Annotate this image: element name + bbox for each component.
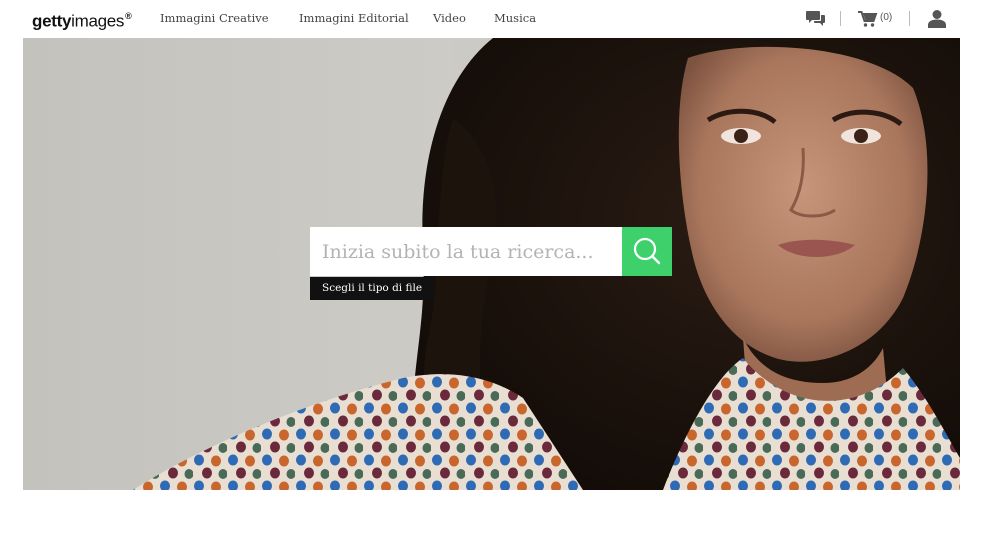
user-account-icon[interactable] (928, 9, 946, 28)
search-icon (633, 237, 661, 265)
search-bar (310, 227, 672, 276)
nav-item-video[interactable]: Video (433, 10, 466, 26)
search-input[interactable] (310, 227, 622, 276)
search-button[interactable] (622, 227, 672, 276)
file-type-selector[interactable]: Scegli il tipo di file (310, 277, 435, 300)
gettyimages-logo[interactable]: gettyimages® (32, 6, 132, 33)
nav-item-creative-images[interactable]: Immagini Creative (160, 10, 269, 26)
shopping-cart-icon[interactable] (858, 10, 878, 28)
nav-item-music[interactable]: Musica (494, 10, 536, 26)
hero-banner: Scegli il tipo di file (23, 38, 960, 490)
utility-divider (909, 11, 910, 26)
utility-divider (840, 11, 841, 26)
cart-count[interactable]: (0) (880, 11, 892, 25)
top-header: gettyimages® Immagini Creative Immagini … (0, 0, 990, 38)
speech-bubbles-icon[interactable] (806, 10, 826, 28)
nav-item-editorial-images[interactable]: Immagini Editorial (299, 10, 409, 26)
